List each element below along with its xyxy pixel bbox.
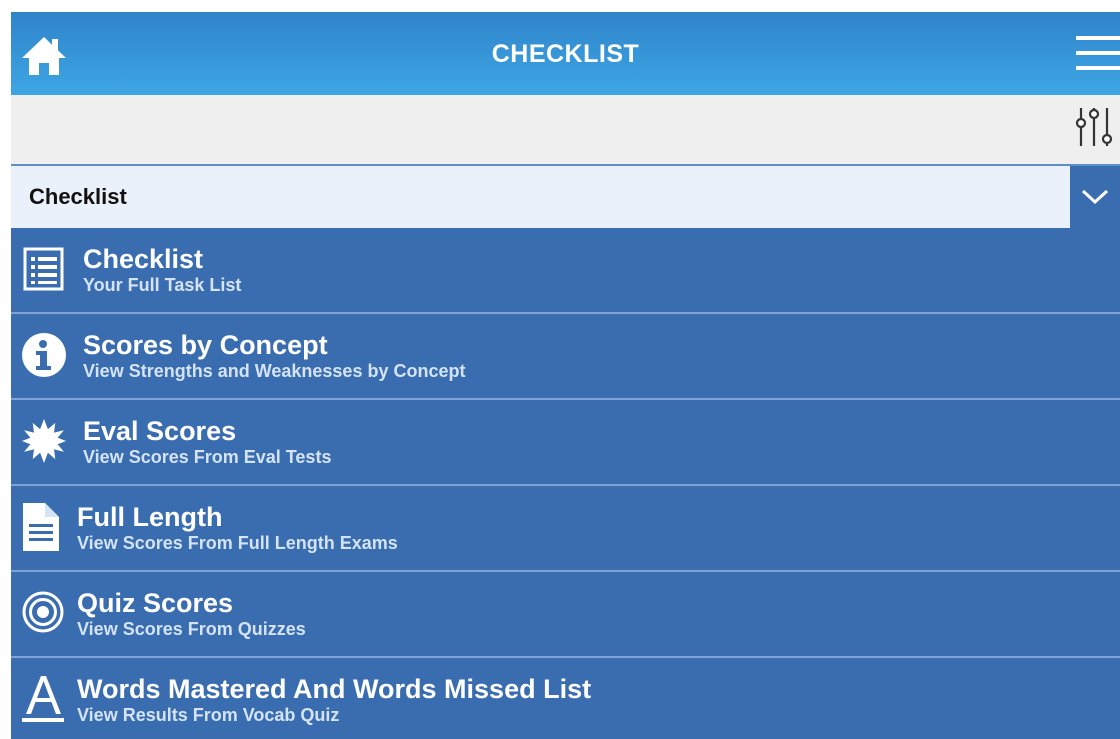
menu-item-scores-by-concept[interactable]: Scores by Concept View Strengths and Wea… <box>11 314 1120 400</box>
menu-item-subtitle: View Results From Vocab Quiz <box>77 705 340 725</box>
select-value: Checklist <box>29 184 127 209</box>
menu-item-checklist[interactable]: Checklist Your Full Task List <box>11 228 1120 314</box>
menu-item-quiz-scores[interactable]: Quiz Scores View Scores From Quizzes <box>11 572 1120 658</box>
menu-item-text: Full Length View Scores From Full Length… <box>77 502 398 554</box>
menu-item-eval-scores[interactable]: Eval Scores View Scores From Eval Tests <box>11 400 1120 486</box>
menu-item-text: Words Mastered And Words Missed List Vie… <box>77 674 591 726</box>
menu-item-subtitle: View Strengths and Weaknesses by Concept <box>83 361 466 381</box>
app-frame: CHECKLIST Checklist Checklist Your Full … <box>11 12 1120 739</box>
document-icon <box>23 503 59 551</box>
menu-item-subtitle: View Scores From Full Length Exams <box>77 533 398 553</box>
menu-item-title: Scores by Concept <box>83 330 328 360</box>
menu-item-title: Checklist <box>83 244 204 274</box>
chevron-down-icon <box>1081 189 1109 205</box>
page-title: CHECKLIST <box>491 40 640 68</box>
menu-item-words-mastered[interactable]: Words Mastered And Words Missed List Vie… <box>11 658 1120 739</box>
filter-button[interactable] <box>1072 105 1116 149</box>
header-bar: CHECKLIST <box>11 12 1120 95</box>
hamburger-menu-button[interactable] <box>1076 34 1120 74</box>
select-field[interactable]: Checklist <box>11 166 1070 228</box>
menu-item-title: Quiz Scores <box>77 588 234 618</box>
category-select[interactable]: Checklist <box>11 166 1120 228</box>
hamburger-menu-icon <box>1076 36 1120 70</box>
select-toggle-button[interactable] <box>1070 166 1120 228</box>
menu-item-text: Checklist Your Full Task List <box>83 244 241 296</box>
menu-item-title: Eval Scores <box>83 416 237 446</box>
filter-toolbar <box>11 95 1120 166</box>
starburst-icon <box>22 419 66 463</box>
menu-item-subtitle: Your Full Task List <box>83 275 242 295</box>
menu-list: Checklist Your Full Task List Scores by … <box>11 228 1120 739</box>
menu-item-text: Quiz Scores View Scores From Quizzes <box>77 588 306 640</box>
menu-item-title: Words Mastered And Words Missed List <box>77 674 592 704</box>
letter-a-icon <box>22 676 64 722</box>
target-icon <box>22 591 64 633</box>
menu-item-subtitle: View Scores From Quizzes <box>77 619 306 639</box>
info-icon <box>22 333 66 377</box>
menu-item-full-length[interactable]: Full Length View Scores From Full Length… <box>11 486 1120 572</box>
menu-item-title: Full Length <box>77 502 223 532</box>
task-list-icon <box>23 247 64 291</box>
menu-item-text: Scores by Concept View Strengths and Wea… <box>83 330 465 382</box>
menu-item-subtitle: View Scores From Eval Tests <box>83 447 332 467</box>
sliders-filter-icon <box>1075 108 1113 146</box>
menu-item-text: Eval Scores View Scores From Eval Tests <box>83 416 331 468</box>
